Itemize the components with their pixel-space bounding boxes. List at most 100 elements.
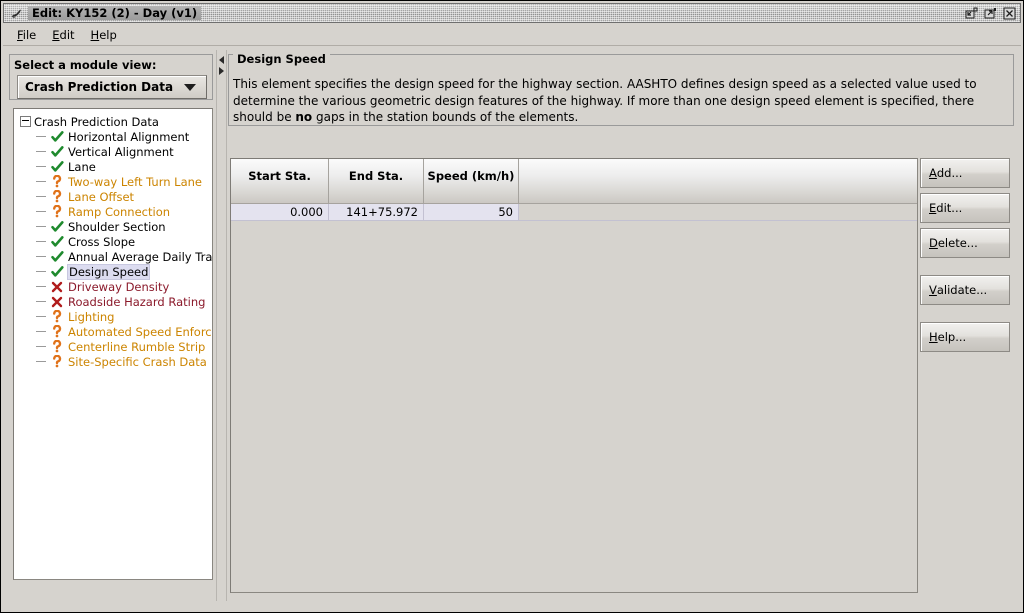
content-area: Select a module view: Crash Prediction D…	[4, 48, 1020, 610]
table-cell: 50	[424, 204, 519, 221]
tree-item-cross-slope[interactable]: Cross Slope	[14, 234, 212, 249]
check-icon	[50, 250, 64, 263]
tree-item-vertical-alignment[interactable]: Vertical Alignment	[14, 144, 212, 159]
validate-button[interactable]: Validate...	[920, 275, 1010, 305]
check-icon	[50, 145, 64, 158]
menu-file[interactable]: File	[9, 26, 44, 44]
menu-bar: File Edit Help	[3, 25, 1021, 46]
check-icon	[50, 160, 64, 173]
column-header[interactable]: End Sta.	[329, 159, 424, 204]
x-icon	[50, 295, 64, 308]
tree-connector	[36, 294, 50, 309]
tree-item-annual-average-daily-traffic[interactable]: Annual Average Daily Traffic	[14, 249, 212, 264]
tree-item-label: Site-Specific Crash Data	[68, 354, 207, 369]
element-tree-panel[interactable]: Crash Prediction Data Horizontal Alignme…	[13, 108, 213, 580]
help-button[interactable]: Help...	[920, 322, 1010, 352]
module-view-label: Select a module view:	[14, 58, 157, 72]
question-icon	[50, 340, 64, 353]
question-icon	[50, 310, 64, 323]
app-icon	[9, 6, 23, 20]
tree-connector	[36, 234, 50, 249]
tree-connector	[36, 174, 50, 189]
tree-item-label: Two-way Left Turn Lane	[68, 174, 202, 189]
tree-item-label: Roadside Hazard Rating	[68, 294, 206, 309]
question-icon	[50, 205, 64, 218]
tree-item-two-way-left-turn-lane[interactable]: Two-way Left Turn Lane	[14, 174, 212, 189]
close-icon[interactable]	[1002, 6, 1017, 21]
application-window: Edit: KY152 (2) - Day (v1) File Edit Hel…	[0, 0, 1024, 613]
description-emphasis: no	[295, 110, 313, 124]
question-icon	[50, 190, 64, 203]
tree-item-roadside-hazard-rating[interactable]: Roadside Hazard Rating	[14, 294, 212, 309]
page-title: Design Speed	[233, 52, 330, 66]
table-body: 0.000 141+75.972 50	[231, 204, 917, 221]
column-header[interactable]: Start Sta.	[231, 159, 329, 204]
module-view-dropdown[interactable]: Crash Prediction Data	[17, 75, 207, 99]
table-row[interactable]: 0.000 141+75.972 50	[231, 204, 917, 221]
question-icon	[50, 175, 64, 188]
add-button[interactable]: Add...	[920, 158, 1010, 188]
tree-connector	[36, 324, 50, 339]
delete-button[interactable]: Delete...	[920, 228, 1010, 258]
tree-item-lane-offset[interactable]: Lane Offset	[14, 189, 212, 204]
window-title: Edit: KY152 (2) - Day (v1)	[28, 6, 202, 20]
tree-connector	[36, 144, 50, 159]
x-icon	[50, 280, 64, 293]
element-description: This element specifies the design speed …	[233, 76, 1010, 126]
check-icon	[50, 235, 64, 248]
tree-connector	[36, 219, 50, 234]
right-panel: Design Speed This element specifies the …	[228, 50, 1017, 601]
tree-item-label: Automated Speed Enforcement	[68, 324, 212, 339]
tree-item-driveway-density[interactable]: Driveway Density	[14, 279, 212, 294]
maximize-icon[interactable]	[983, 6, 998, 21]
question-icon	[50, 325, 64, 338]
table-empty-area	[231, 221, 917, 592]
collapse-box-icon[interactable]	[20, 116, 31, 127]
tree-root-node[interactable]: Crash Prediction Data	[14, 114, 212, 129]
tree-item-label: Vertical Alignment	[68, 144, 174, 159]
check-icon	[50, 220, 64, 233]
triangle-left-icon[interactable]	[219, 56, 224, 64]
chevron-down-icon	[184, 83, 196, 91]
tree-item-label: Driveway Density	[68, 279, 170, 294]
tree-item-site-specific-crash-data[interactable]: Site-Specific Crash Data	[14, 354, 212, 369]
tree-item-lane[interactable]: Lane	[14, 159, 212, 174]
tree-item-design-speed[interactable]: Design Speed	[14, 263, 212, 280]
column-header[interactable]: Speed (km/h)	[424, 159, 519, 204]
tree-connector	[36, 339, 50, 354]
edit-button[interactable]: Edit...	[920, 193, 1010, 223]
tree-item-label: Horizontal Alignment	[68, 129, 190, 144]
triangle-right-icon[interactable]	[219, 67, 224, 75]
tree-item-shoulder-section[interactable]: Shoulder Section	[14, 219, 212, 234]
tree-connector	[36, 249, 50, 264]
split-pane-divider[interactable]	[216, 50, 227, 601]
action-button-column: Add... Edit... Delete... Validate... Help...	[920, 158, 1012, 352]
tree-connector	[36, 264, 50, 279]
tree-item-label: Ramp Connection	[68, 204, 171, 219]
tree-item-label: Lane Offset	[68, 189, 135, 204]
tree-item-automated-speed-enforcement[interactable]: Automated Speed Enforcement	[14, 324, 212, 339]
tree-connector	[36, 189, 50, 204]
tree-item-lighting[interactable]: Lighting	[14, 309, 212, 324]
tree-item-label: Lane	[68, 159, 96, 174]
tree-connector	[36, 309, 50, 324]
design-speed-table[interactable]: Start Sta. End Sta. Speed (km/h) 0.000 141+…	[230, 158, 918, 593]
tree-connector	[36, 129, 50, 144]
description-text-2: gaps in the station bounds of the elemen…	[312, 110, 579, 124]
table-header-row: Start Sta. End Sta. Speed (km/h)	[231, 159, 917, 204]
restore-icon[interactable]	[964, 6, 979, 21]
question-icon	[50, 355, 64, 368]
tree-connector	[36, 279, 50, 294]
menu-edit[interactable]: Edit	[44, 26, 82, 44]
title-bar: Edit: KY152 (2) - Day (v1)	[3, 3, 1021, 23]
tree-item-ramp-connection[interactable]: Ramp Connection	[14, 204, 212, 219]
table-cell: 0.000	[231, 204, 329, 221]
table-cell: 141+75.972	[329, 204, 424, 221]
menu-help[interactable]: Help	[83, 26, 125, 44]
tree-connector	[36, 354, 50, 369]
tree-item-centerline-rumble-strip[interactable]: Centerline Rumble Strip	[14, 339, 212, 354]
left-panel: Select a module view: Crash Prediction D…	[7, 50, 215, 601]
tree-item-horizontal-alignment[interactable]: Horizontal Alignment	[14, 129, 212, 144]
check-icon	[50, 265, 64, 278]
table-cell-filler	[519, 204, 917, 221]
